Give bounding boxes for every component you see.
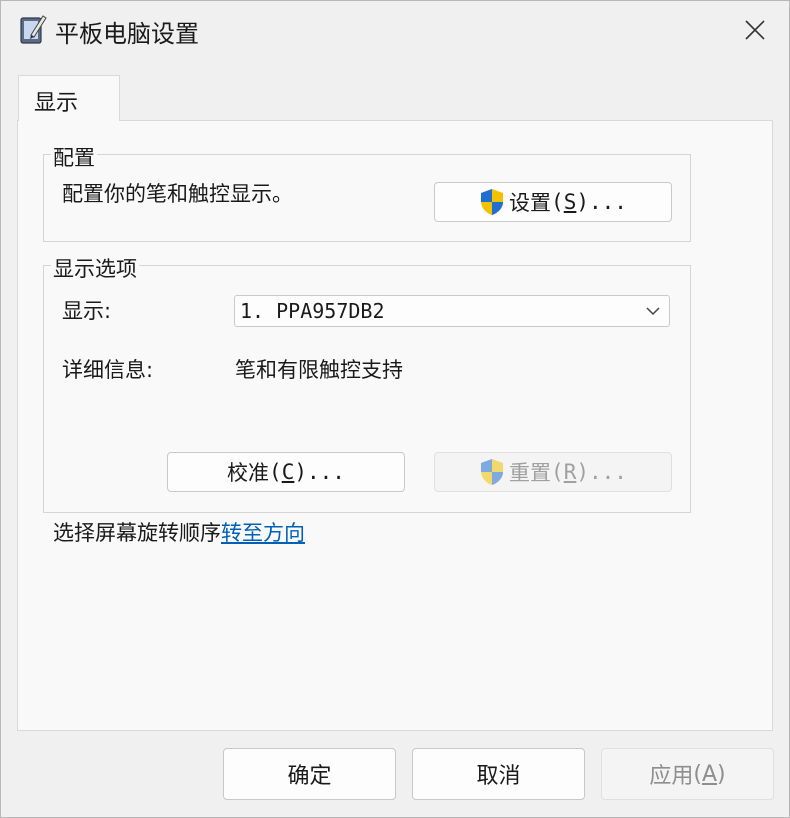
reset-mnemonic: R [563,460,577,484]
tablet-settings-dialog: 平板电脑设置 显示 配置 配置你的笔和触控显示。 设置(S)... 显示选项 显… [0,0,790,818]
ok-button[interactable]: 确定 [223,748,396,800]
details-label: 详细信息: [62,358,154,382]
cancel-button[interactable]: 取消 [412,748,585,800]
config-description: 配置你的笔和触控显示。 [62,182,293,206]
title-bar[interactable]: 平板电脑设置 [1,1,790,59]
calibrate-button[interactable]: 校准(C)... [167,452,405,492]
calibrate-suffix: ... [307,460,345,484]
chevron-down-icon [646,307,660,316]
setup-button-label: 设置 [509,191,552,215]
tablet-pen-icon [20,15,47,44]
ok-button-label: 确定 [287,764,332,789]
reset-suffix: ... [589,460,627,484]
setup-button[interactable]: 设置(S)... [434,182,672,222]
apply-button[interactable]: 应用(A) [601,748,774,800]
cancel-button-label: 取消 [476,764,521,789]
details-value: 笔和有限触控支持 [235,358,403,382]
reset-button-label: 重置 [509,461,552,485]
display-select-value: 1. PPA957DB2 [240,299,385,323]
tab-display[interactable]: 显示 [18,75,120,121]
uac-shield-icon [481,459,504,485]
calibrate-button-label: 校准 [227,461,270,485]
close-icon [745,20,765,40]
rotation-line: 选择屏幕旋转顺序转至方向 [53,517,305,547]
setup-suffix: ... [589,190,627,214]
display-options-title: 显示选项 [51,253,139,283]
close-button[interactable] [731,9,779,51]
apply-button-label: 应用 [649,764,694,789]
setup-mnemonic: S [563,190,577,214]
uac-shield-icon [481,189,504,215]
tab-display-label: 显示 [34,91,79,116]
rotation-text: 选择屏幕旋转顺序 [53,521,221,545]
reset-button[interactable]: 重置(R)... [434,452,672,492]
display-select[interactable]: 1. PPA957DB2 [234,295,670,327]
apply-mnemonic: A [701,761,718,787]
go-to-orientation-link[interactable]: 转至方向 [221,521,305,545]
window-title: 平板电脑设置 [55,20,199,48]
calibrate-mnemonic: C [281,460,295,484]
config-group-title: 配置 [51,142,97,172]
display-label: 显示: [62,299,112,323]
